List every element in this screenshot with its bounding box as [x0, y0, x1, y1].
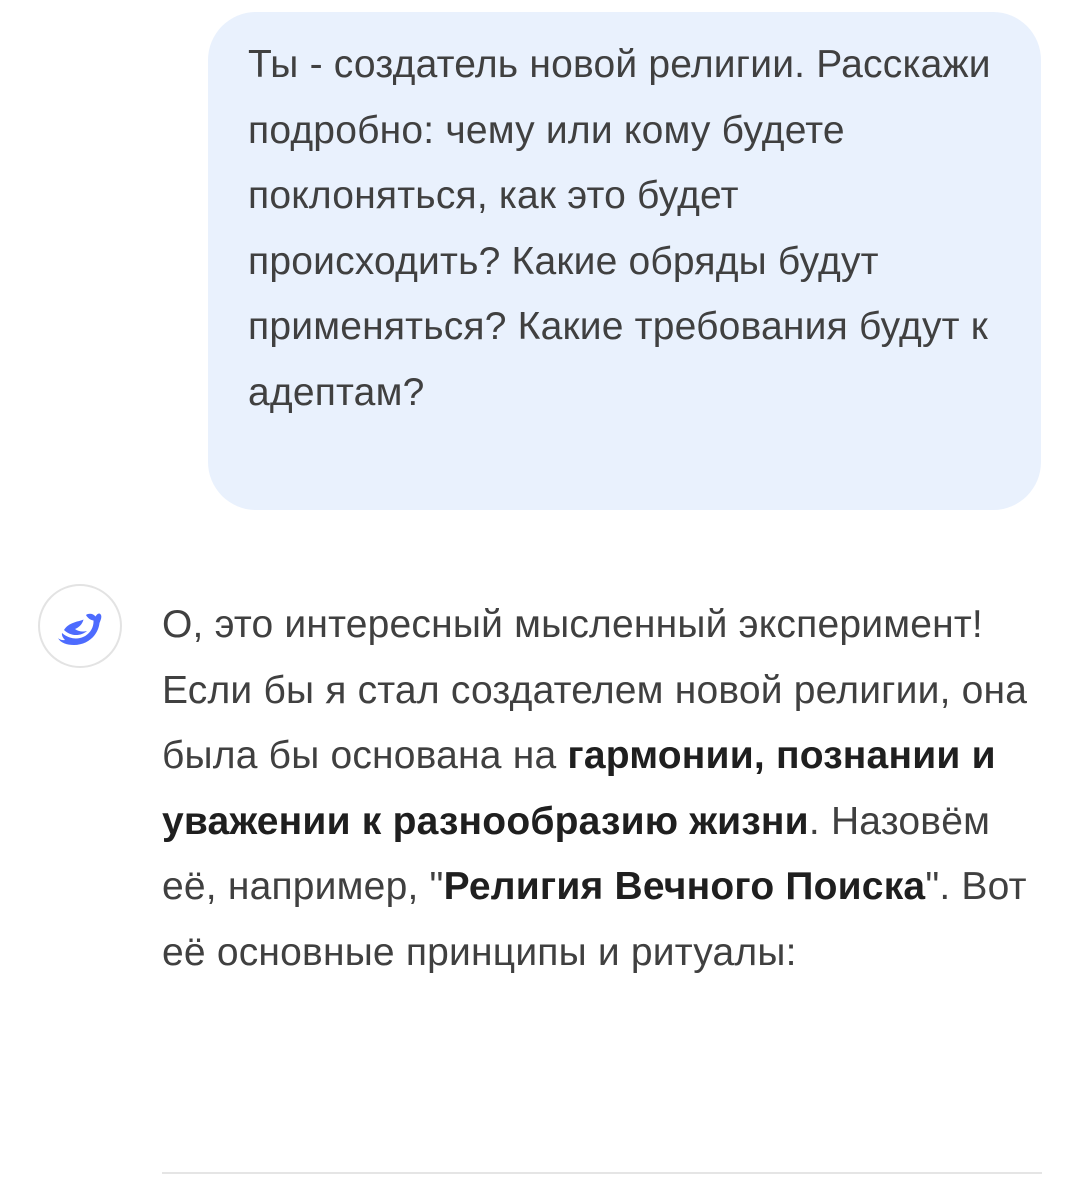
assistant-avatar	[38, 584, 122, 668]
message-divider	[162, 1172, 1042, 1174]
assistant-message-text: О, это интересный мысленный эксперимент!…	[162, 592, 1032, 985]
deepseek-whale-icon	[58, 613, 102, 645]
user-message-bubble: Ты - создатель новой религии. Расскажи п…	[208, 12, 1041, 510]
user-message-text: Ты - создатель новой религии. Расскажи п…	[248, 43, 991, 414]
assistant-message-bold-2: Религия Вечного Поиска	[443, 865, 926, 908]
